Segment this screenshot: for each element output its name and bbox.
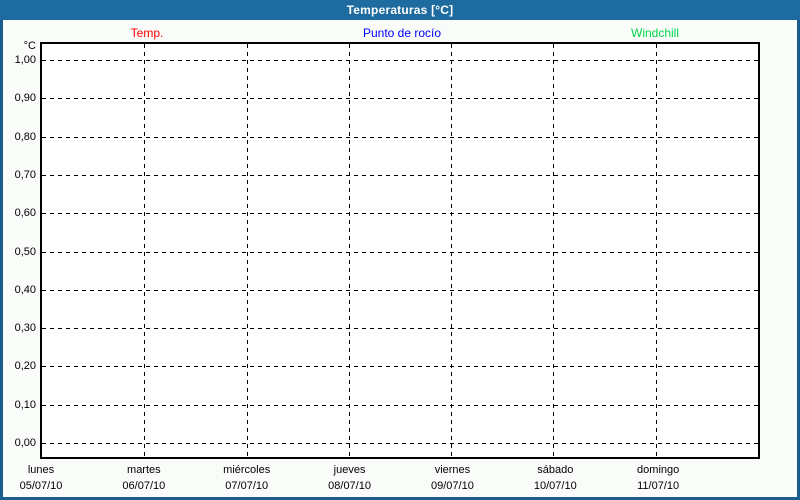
h-gridline xyxy=(42,443,758,444)
h-gridline xyxy=(42,175,758,176)
h-gridline xyxy=(42,328,758,329)
title-bar: Temperaturas [°C] xyxy=(0,0,800,20)
chart-window: Temperaturas [°C] Temp. Punto de rocío W… xyxy=(0,0,800,500)
h-gridline xyxy=(42,366,758,367)
plot-area xyxy=(40,42,760,459)
h-gridline xyxy=(42,98,758,99)
v-gridline xyxy=(553,44,554,457)
y-tick-label: 0,70 xyxy=(5,169,36,181)
y-tick-label: 0,30 xyxy=(5,322,36,334)
v-gridline xyxy=(656,44,657,457)
x-date-label: 09/07/10 xyxy=(431,480,474,492)
y-tick-label: 0,90 xyxy=(5,92,36,104)
x-date-label: 07/07/10 xyxy=(225,480,268,492)
v-gridline xyxy=(247,44,248,457)
y-tick-label: 0,00 xyxy=(5,437,36,449)
h-gridline xyxy=(42,137,758,138)
h-gridline xyxy=(42,290,758,291)
h-gridline xyxy=(42,405,758,406)
x-day-label: lunes xyxy=(28,464,54,476)
y-tick-label: 1,00 xyxy=(5,54,36,66)
x-day-label: domingo xyxy=(637,464,679,476)
y-tick-label: 0,60 xyxy=(5,207,36,219)
x-date-label: 08/07/10 xyxy=(328,480,371,492)
y-tick-label: 0,40 xyxy=(5,284,36,296)
x-day-label: miércoles xyxy=(223,464,270,476)
chart-title: Temperaturas [°C] xyxy=(347,3,454,17)
x-day-label: viernes xyxy=(435,464,470,476)
x-day-label: sábado xyxy=(537,464,573,476)
x-date-label: 11/07/10 xyxy=(637,480,679,492)
legend-item-temp: Temp. xyxy=(131,26,164,40)
x-day-label: jueves xyxy=(334,464,366,476)
x-date-label: 10/07/10 xyxy=(534,480,577,492)
h-gridline xyxy=(42,213,758,214)
x-date-label: 06/07/10 xyxy=(122,480,165,492)
v-gridline xyxy=(349,44,350,457)
y-axis-unit-label: °C xyxy=(5,40,36,52)
y-tick-label: 0,10 xyxy=(5,399,36,411)
legend-item-windchill: Windchill xyxy=(631,26,679,40)
h-gridline xyxy=(42,60,758,61)
v-gridline xyxy=(144,44,145,457)
y-tick-label: 0,80 xyxy=(5,131,36,143)
x-date-label: 05/07/10 xyxy=(20,480,63,492)
y-tick-label: 0,20 xyxy=(5,360,36,372)
h-gridline xyxy=(42,252,758,253)
v-gridline xyxy=(451,44,452,457)
x-day-label: martes xyxy=(127,464,161,476)
legend-item-dew-point: Punto de rocío xyxy=(363,26,441,40)
y-tick-label: 0,50 xyxy=(5,246,36,258)
